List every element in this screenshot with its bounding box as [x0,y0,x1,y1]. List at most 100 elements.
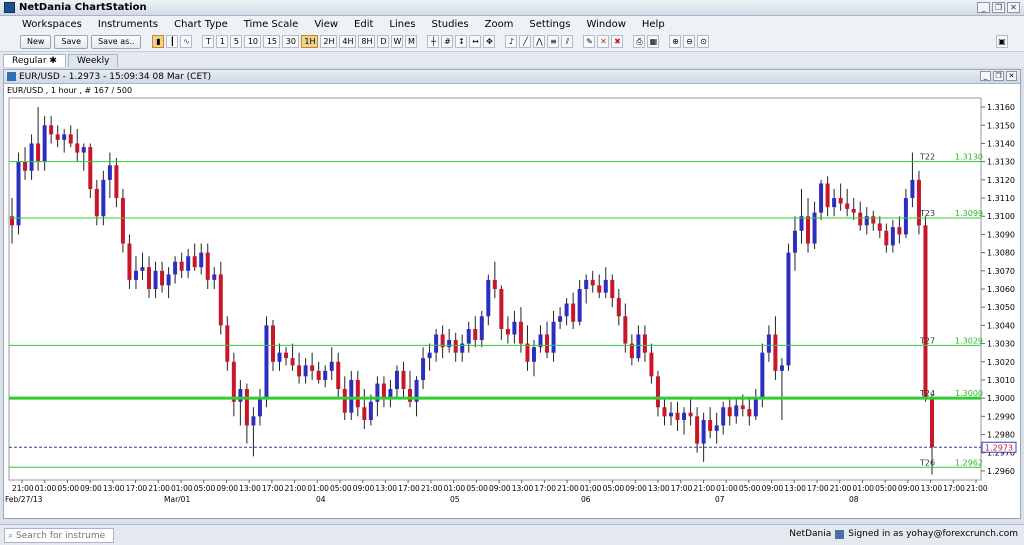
y-tick-label: 1.2960 [987,467,1015,476]
candle-body [55,134,60,140]
close-icon[interactable]: ✕ [1007,2,1020,13]
candle-body [231,361,236,402]
tab-regular[interactable]: Regular ✱ [3,54,66,67]
candle-body [394,370,399,390]
zoom-out-icon[interactable]: ⊖ [683,35,696,48]
fibonacci-icon[interactable]: ≡ [547,35,560,48]
minimize-icon[interactable]: _ [977,2,990,13]
move-icon[interactable]: ✥ [483,35,496,48]
x-tick-label: 05:00 [330,484,352,493]
price-chart[interactable]: EUR/USD , 1 hour , # 167 / 500 1.3160 1.31… [4,84,1020,518]
scroll-icon[interactable]: ↔ [469,35,482,48]
export-icon[interactable]: ▦ [647,35,660,48]
print-icon[interactable]: ⎙ [633,35,646,48]
timescale-d[interactable]: D [377,35,390,48]
x-tick-label: 17:00 [262,484,284,493]
candle-body [551,321,556,353]
trendline-icon[interactable]: ╱ [519,35,532,48]
instrument-search[interactable]: ⌕ [4,528,114,543]
candle-body [147,267,152,289]
menu-lines[interactable]: Lines [381,19,423,30]
menu-workspaces[interactable]: Workspaces [14,19,90,30]
candle-body [362,407,367,420]
menu-window[interactable]: Window [578,19,633,30]
tab-weekly[interactable]: Weekly [67,54,119,67]
candle-body [166,274,171,286]
candle-body [225,325,230,362]
candle-body [734,405,739,417]
candle-body [760,352,765,399]
zoom-in-icon[interactable]: ⊕ [669,35,682,48]
menu-instruments[interactable]: Instruments [90,19,166,30]
workspace-tabs: Regular ✱ Weekly [0,52,1024,67]
menu-zoom[interactable]: Zoom [477,19,522,30]
candle-body [499,289,504,330]
candle-body [571,303,576,322]
crosshair-icon[interactable]: ┼ [427,35,440,48]
candle-body [434,334,439,353]
level-line-value: 1.3029 [955,336,983,345]
candle-body [806,216,811,244]
bell-icon[interactable]: ♪ [505,35,518,48]
restore-icon[interactable]: ❐ [992,2,1005,13]
timescale-t[interactable]: T [202,35,215,48]
candle-body [753,398,758,417]
save-button[interactable]: Save [54,34,89,49]
channel-icon[interactable]: ⫽ [561,35,574,48]
timescale-w[interactable]: W [391,35,404,48]
timescale-2h[interactable]: 2H [320,35,338,48]
timescale-10[interactable]: 10 [244,35,262,48]
candle-body [160,270,165,286]
menu-chart-type[interactable]: Chart Type [166,19,236,30]
app-title: NetDania ChartStation [19,2,147,13]
candlestick-chart-icon[interactable]: ▮ [152,35,165,48]
candle-body [766,334,771,353]
search-input[interactable] [16,530,107,541]
x-date-label: 08 [849,495,859,504]
grid-icon[interactable]: # [441,35,454,48]
candle-body [114,165,119,199]
pencil-icon[interactable]: ✎ [583,35,596,48]
timescale-30[interactable]: 30 [282,35,300,48]
timescale-5[interactable]: 5 [230,35,243,48]
line-chart-icon[interactable]: ∿ [180,35,193,48]
candle-body [88,147,93,189]
close-icon[interactable]: ✕ [1006,71,1017,81]
minimize-icon[interactable]: _ [980,71,991,81]
panel-toggle-icon[interactable]: ▣ [996,35,1008,48]
menu-settings[interactable]: Settings [521,19,578,30]
menu-studies[interactable]: Studies [423,19,476,30]
menu-edit[interactable]: Edit [346,19,381,30]
level-line-name: T24 [919,389,935,398]
menu-time-scale[interactable]: Time Scale [236,19,307,30]
y-tick-label: 1.3140 [987,139,1015,148]
timescale-1[interactable]: 1 [216,35,229,48]
candle-body [453,339,458,353]
timescale-15[interactable]: 15 [263,35,281,48]
candle-body [512,321,517,335]
cursor-icon[interactable]: ↕ [455,35,468,48]
x-tick-label: 13:00 [512,484,534,493]
zoom-reset-icon[interactable]: ⊙ [697,35,710,48]
timescale-m[interactable]: M [405,35,418,48]
save-as-button[interactable]: Save as.. [91,34,142,49]
menu-view[interactable]: View [306,19,346,30]
y-tick-label: 1.3090 [987,230,1015,239]
candle-body [518,321,523,344]
candle-body [251,416,256,426]
fan-icon[interactable]: ⋀ [533,35,546,48]
restore-icon[interactable]: ❐ [993,71,1004,81]
new-button[interactable]: New [20,34,52,49]
last-price-label: 1.2973 [985,443,1013,452]
x-tick-label: 21:00 [12,484,34,493]
delete-all-icon[interactable]: ✖ [611,35,624,48]
bar-chart-icon[interactable]: ┃ [166,35,179,48]
candle-body [479,316,484,340]
candle-body [186,256,191,271]
delete-icon[interactable]: ✕ [597,35,610,48]
timescale-4h[interactable]: 4H [339,35,357,48]
timescale-1h[interactable]: 1H [301,35,319,48]
timescale-8h[interactable]: 8H [358,35,376,48]
menu-help[interactable]: Help [634,19,673,30]
x-tick-label: 13:00 [921,484,943,493]
